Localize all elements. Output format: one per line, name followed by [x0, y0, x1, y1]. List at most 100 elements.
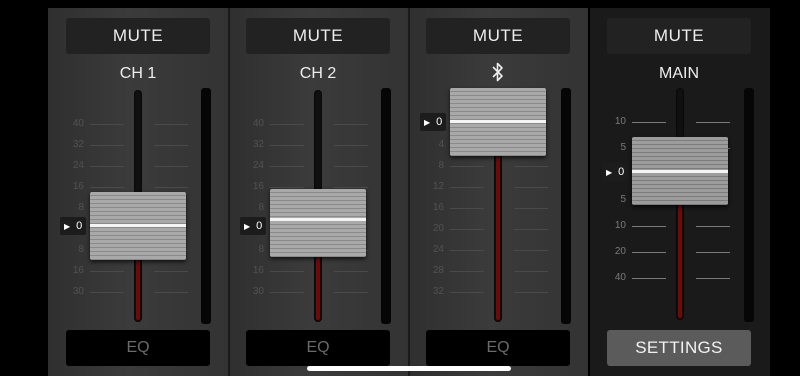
fader-knob-indicator: [270, 218, 366, 221]
fader-knob-indicator: [632, 170, 728, 173]
settings-button[interactable]: SETTINGS: [607, 330, 751, 366]
scale-tick: [514, 229, 548, 230]
mute-button-ch2[interactable]: MUTE: [246, 18, 390, 54]
scale-tick: [514, 271, 548, 272]
scale-tick: [90, 124, 124, 125]
scale-tick: [270, 271, 304, 272]
scale-tick: [270, 187, 304, 188]
play-arrow-icon: ▶: [424, 117, 431, 127]
level-meter: [201, 88, 211, 324]
scale-label: 8: [438, 160, 444, 171]
channel-strip-2: MUTE CH 2 40 32 24 16 8 8 16 30 ▶ 0 EQ: [230, 8, 408, 376]
fader-level-value: 0: [76, 220, 83, 232]
scale-label: 24: [72, 160, 84, 171]
scale-tick: [696, 278, 730, 279]
scale-label: 10: [614, 116, 626, 127]
scale-label: 16: [72, 265, 84, 276]
scale-tick: [154, 187, 188, 188]
scale-label: 8: [78, 202, 84, 213]
scale-tick: [270, 145, 304, 146]
play-arrow-icon: ▶: [64, 221, 71, 231]
eq-button-ch2[interactable]: EQ: [246, 330, 390, 366]
scale-tick: [696, 122, 730, 123]
fader-level-fill: [496, 156, 500, 320]
level-meter: [561, 88, 571, 324]
scale-tick: [514, 292, 548, 293]
scale-tick: [90, 145, 124, 146]
fader-knob-bluetooth[interactable]: [450, 88, 546, 156]
scale-label: 16: [72, 181, 84, 192]
scale-tick: [632, 122, 666, 123]
channel-strip-bluetooth: MUTE 4 8 12 16 20 24 28 32 ▶ 0 EQ: [410, 8, 588, 376]
mute-button-ch1[interactable]: MUTE: [66, 18, 210, 54]
scale-tick: [696, 226, 730, 227]
scale-tick: [632, 252, 666, 253]
home-indicator[interactable]: [307, 366, 511, 371]
scale-tick: [90, 166, 124, 167]
scale-tick: [514, 187, 548, 188]
mixer: MUTE CH 1 40 32 24 16 8 8 16 30 ▶ 0 EQ M…: [48, 8, 770, 376]
scale-tick: [450, 229, 484, 230]
fader-knob-main[interactable]: [632, 137, 728, 205]
scale-tick: [334, 271, 368, 272]
fader-knob-indicator: [450, 120, 546, 123]
fader-level-value: 0: [436, 116, 443, 128]
scale-tick: [90, 187, 124, 188]
scale-label: 16: [252, 181, 264, 192]
scale-tick: [514, 208, 548, 209]
eq-button-bluetooth[interactable]: EQ: [426, 330, 570, 366]
scale-tick: [334, 145, 368, 146]
scale-tick: [514, 166, 548, 167]
scale-label: 30: [252, 286, 264, 297]
fader-knob-ch1[interactable]: [90, 192, 186, 260]
fader-knob-ch2[interactable]: [270, 189, 366, 257]
fader-level-fill: [316, 256, 320, 320]
channel-name-ch1: CH 1: [119, 65, 157, 82]
scale-label: 32: [432, 286, 444, 297]
scale-tick: [154, 166, 188, 167]
fader-level-indicator: ▶ 0: [420, 113, 447, 131]
level-meter: [381, 88, 391, 324]
scale-tick: [450, 187, 484, 188]
scale-tick: [154, 271, 188, 272]
scale-tick: [450, 166, 484, 167]
scale-label: 20: [432, 223, 444, 234]
scale-tick: [450, 250, 484, 251]
scale-tick: [334, 166, 368, 167]
scale-label: 16: [432, 202, 444, 213]
scale-tick: [334, 124, 368, 125]
scale-label: 32: [252, 139, 264, 150]
scale-tick: [90, 292, 124, 293]
scale-tick: [90, 271, 124, 272]
channel-name-main: MAIN: [659, 65, 699, 82]
scale-label: 8: [258, 202, 264, 213]
scale-tick: [270, 166, 304, 167]
scale-label: 28: [432, 265, 444, 276]
mute-button-bluetooth[interactable]: MUTE: [426, 18, 570, 54]
eq-button-ch1[interactable]: EQ: [66, 330, 210, 366]
fader-level-indicator: ▶ 0: [602, 163, 629, 181]
scale-tick: [632, 226, 666, 227]
scale-tick: [696, 252, 730, 253]
scale-label: 40: [252, 118, 264, 129]
fader-level-value: 0: [256, 220, 263, 232]
fader-level-indicator: ▶ 0: [240, 217, 267, 235]
scale-tick: [154, 292, 188, 293]
fader-level-value: 0: [618, 166, 625, 178]
scale-tick: [154, 124, 188, 125]
scale-label: 32: [72, 139, 84, 150]
mute-button-main[interactable]: MUTE: [607, 18, 751, 54]
scale-label: 10: [614, 220, 626, 231]
scale-label: 4: [438, 139, 444, 150]
scale-label: 24: [252, 160, 264, 171]
level-meter: [744, 88, 754, 322]
scale-tick: [334, 187, 368, 188]
main-strip: MUTE MAIN 10 5 5 10 20 40 ▶ 0 SETTINGS: [590, 8, 770, 376]
scale-tick: [270, 124, 304, 125]
scale-label: 5: [620, 142, 626, 153]
scale-tick: [334, 292, 368, 293]
scale-label: 24: [432, 244, 444, 255]
scale-label: 40: [614, 272, 626, 283]
scale-tick: [450, 292, 484, 293]
scale-tick: [450, 208, 484, 209]
